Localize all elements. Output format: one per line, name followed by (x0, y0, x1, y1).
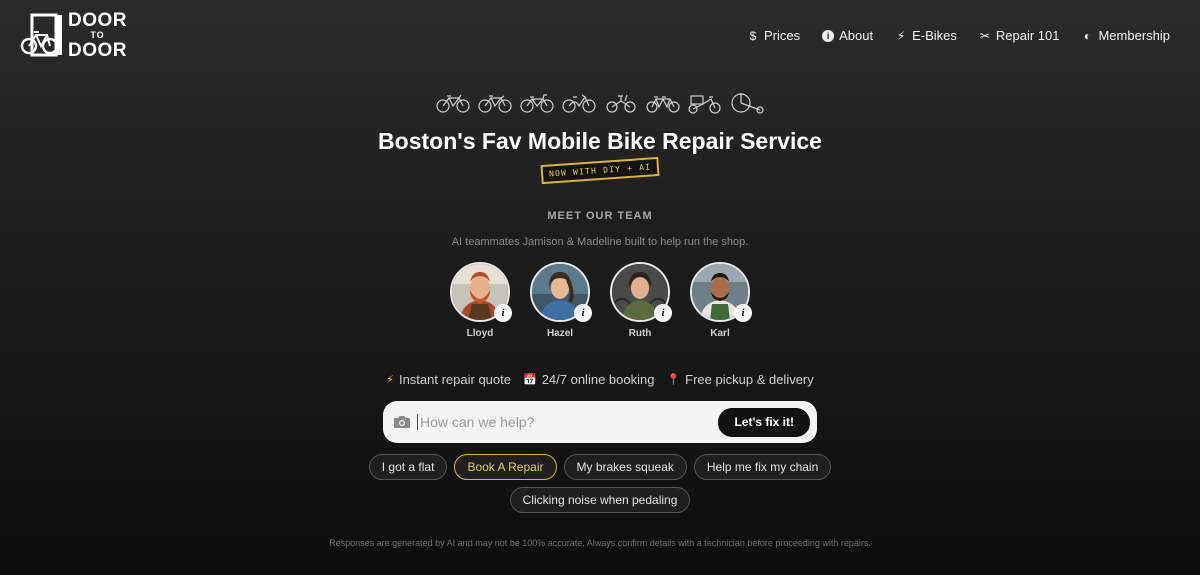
chip-clicking-noise[interactable]: Clicking noise when pedaling (509, 487, 691, 513)
lets-fix-it-button[interactable]: Let's fix it! (718, 407, 810, 437)
road-bike-icon (436, 94, 470, 113)
nav-membership-label: Membership (1098, 28, 1170, 43)
logo[interactable]: DOOR TO DOOR (20, 11, 127, 60)
penny-farthing-icon (731, 93, 764, 114)
wrench-icon: ✂ (979, 28, 990, 43)
folding-bike-icon (606, 94, 636, 113)
logo-line-3: DOOR (68, 40, 127, 61)
logo-line-1: DOOR (68, 10, 127, 31)
badge-wrap: NOW WITH DIY + AI (0, 156, 1200, 185)
door-bike-logo-icon (20, 13, 62, 56)
cargo-bike-icon (688, 95, 721, 114)
bike-types-row (0, 92, 1200, 114)
feature-label: Instant repair quote (398, 372, 511, 387)
nav-membership[interactable]: ◐ Membership (1081, 28, 1170, 43)
page-title: Boston's Fav Mobile Bike Repair Service (378, 128, 822, 154)
info-icon[interactable]: i (574, 304, 592, 322)
nav-about-label: About (839, 28, 874, 43)
info-icon[interactable]: i (654, 304, 672, 322)
calendar-icon: 📅 (522, 374, 537, 386)
pin-icon: 📍 (666, 374, 681, 386)
feature-label: 24/7 online booking (541, 372, 655, 387)
nav-ebikes[interactable]: ⚡ E-Bikes (895, 28, 957, 43)
camera-icon[interactable] (393, 415, 411, 429)
member-name: Hazel (546, 328, 574, 339)
team-list: i Lloyd i Hazel i Ruth i Karl (0, 262, 1200, 339)
team-member-hazel[interactable]: i Hazel (530, 262, 592, 339)
team-heading: MEET OUR TEAM (547, 210, 653, 222)
help-search-bar: Let's fix it! (383, 401, 817, 443)
avatar[interactable]: i (450, 262, 512, 322)
logo-wordmark: DOOR TO DOOR (68, 11, 127, 60)
chip-flat-tire[interactable]: I got a flat (368, 454, 448, 480)
feature-instant-quote: ⚡ Instant repair quote (386, 372, 511, 387)
help-input[interactable] (417, 414, 719, 430)
page: DOOR TO DOOR $ Prices i About ⚡ E-Bikes … (0, 0, 1200, 575)
nav-repair-101[interactable]: ✂ Repair 101 (979, 28, 1060, 43)
shield-icon: ◐ (1083, 28, 1092, 43)
team-member-lloyd[interactable]: i Lloyd (450, 262, 512, 339)
info-icon[interactable]: i (734, 304, 752, 322)
feature-pickup-delivery: 📍 Free pickup & delivery (666, 372, 813, 387)
mountain-bike-icon (520, 94, 554, 113)
dollar-icon: $ (749, 28, 757, 43)
member-name: Lloyd (466, 328, 494, 339)
nav-about[interactable]: i About (822, 28, 873, 43)
chip-fix-chain[interactable]: Help me fix my chain (693, 454, 832, 480)
chip-row-1: I got a flat Book A Repair My brakes squ… (368, 454, 832, 480)
team-member-karl[interactable]: i Karl (690, 262, 752, 339)
bolt-icon: ⚡ (896, 28, 906, 43)
hybrid-bike-icon (478, 95, 512, 113)
member-name: Ruth (628, 328, 652, 339)
chip-row-2: Clicking noise when pedaling (509, 487, 691, 513)
tandem-bike-icon (646, 96, 680, 113)
chip-book-repair[interactable]: Book A Repair (454, 454, 557, 480)
feature-online-booking: 📅 24/7 online booking (523, 372, 654, 387)
avatar[interactable]: i (690, 262, 752, 322)
diy-ai-badge: NOW WITH DIY + AI (540, 156, 660, 185)
nav-repair-101-label: Repair 101 (995, 28, 1060, 43)
nav-prices[interactable]: $ Prices (747, 28, 800, 43)
feature-label: Free pickup & delivery (685, 372, 814, 387)
team-member-ruth[interactable]: i Ruth (610, 262, 672, 339)
nav-prices-label: Prices (763, 28, 801, 43)
cruiser-bike-icon (562, 94, 596, 113)
nav-ebikes-label: E-Bikes (912, 28, 957, 43)
suggestion-chips: I got a flat Book A Repair My brakes squ… (0, 454, 1200, 513)
info-icon[interactable]: i (494, 304, 512, 322)
avatar[interactable]: i (610, 262, 672, 322)
feature-list: ⚡ Instant repair quote 📅 24/7 online boo… (0, 372, 1200, 387)
logo-line-2: TO (90, 30, 105, 40)
team-subtitle: AI teammates Jamison & Madeline built to… (451, 236, 749, 248)
chip-brakes-squeak[interactable]: My brakes squeak (563, 454, 687, 480)
bolt-icon: ⚡ (386, 374, 394, 386)
ai-disclaimer: Responses are generated by AI and may no… (329, 538, 871, 548)
info-icon: i (822, 29, 835, 42)
main-nav: $ Prices i About ⚡ E-Bikes ✂ Repair 101 … (747, 28, 1170, 43)
member-name: Karl (710, 328, 730, 339)
avatar[interactable]: i (530, 262, 592, 322)
